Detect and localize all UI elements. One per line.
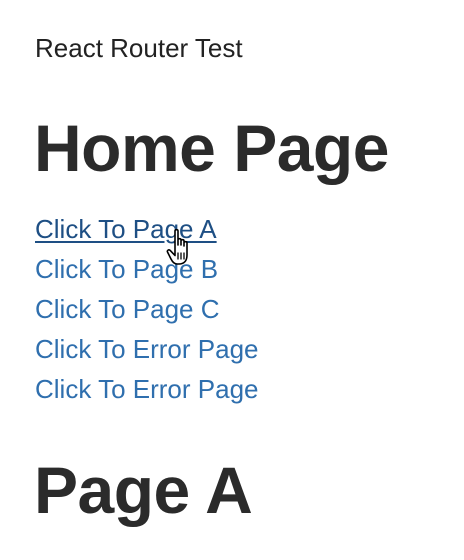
nav-link-list: Click To Page A Click To Page B Click To… [35,210,259,410]
link-page-c[interactable]: Click To Page C [35,294,220,324]
link-page-a[interactable]: Click To Page A [35,214,217,244]
nav-list-item: Click To Page A [35,210,259,250]
page-a-heading: Page A [34,453,253,527]
app-title: React Router Test [35,33,243,63]
nav-list-item: Click To Page B [35,250,259,290]
link-error-page[interactable]: Click To Error Page [35,334,259,364]
link-error-page-2[interactable]: Click To Error Page [35,374,259,404]
nav-list-item: Click To Error Page [35,330,259,370]
nav-list-item: Click To Page C [35,290,259,330]
home-page-heading: Home Page [34,111,389,185]
nav-list-item: Click To Error Page [35,370,259,410]
link-page-b[interactable]: Click To Page B [35,254,218,284]
